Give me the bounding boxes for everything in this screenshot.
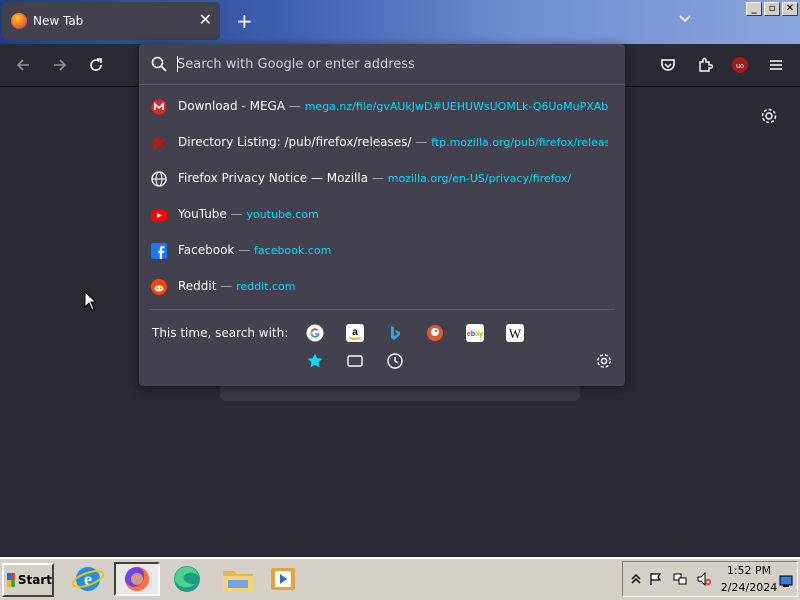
svg-text:W: W	[509, 326, 522, 341]
forward-icon[interactable]	[51, 56, 69, 74]
clock-time[interactable]: 1:52 PM	[723, 564, 775, 577]
tab-new-tab[interactable]: New Tab ✕	[2, 2, 220, 40]
divider	[149, 309, 615, 310]
result-title: Download - MEGA	[178, 99, 286, 113]
start-label: Start	[17, 573, 52, 587]
wikipedia-icon[interactable]: W	[506, 324, 524, 342]
ublock-origin-icon[interactable]: uo	[731, 56, 749, 74]
result-row[interactable]: Directory Listing: /pub/firefox/releases…	[139, 125, 625, 161]
result-title: Firefox Privacy Notice — Mozilla	[178, 171, 369, 185]
separator-dash: —	[220, 279, 233, 293]
amazon-icon[interactable]: a	[346, 324, 364, 342]
result-row[interactable]: Firefox Privacy Notice — Mozilla — mozil…	[139, 161, 625, 197]
volume-muted-icon[interactable]	[697, 571, 711, 587]
mega-icon	[151, 99, 167, 115]
youtube-icon	[151, 207, 167, 223]
show-desktop-icon[interactable]	[779, 574, 793, 588]
history-icon[interactable]	[386, 352, 404, 370]
page-settings-gear-icon[interactable]	[760, 107, 778, 125]
tab-close-icon[interactable]: ✕	[199, 12, 212, 28]
result-row[interactable]: Download - MEGA — mega.nz/file/gvAUkJwD#…	[139, 89, 625, 125]
result-title: YouTube	[178, 207, 227, 221]
close-window-button[interactable]: ✕	[782, 2, 798, 16]
clock-date[interactable]: 2/24/2024	[719, 581, 779, 594]
separator-dash: —	[288, 99, 301, 113]
internet-explorer-icon[interactable]: e	[68, 562, 108, 596]
ebay-icon[interactable]: ebay	[466, 324, 484, 342]
urlbar-dropdown: Download - MEGA — mega.nz/file/gvAUkJwD#…	[139, 44, 625, 386]
media-player-icon[interactable]	[263, 562, 303, 596]
one-off-search-label: This time, search with:	[152, 326, 289, 340]
windows-logo-icon	[7, 573, 15, 587]
result-url: ftp.mozilla.org/pub/firefox/releases/	[431, 136, 608, 149]
google-icon[interactable]	[306, 324, 324, 342]
list-all-tabs-icon[interactable]	[678, 12, 692, 26]
separator-dash: —	[415, 135, 428, 149]
window-controls: _ ▫ ✕	[746, 2, 798, 16]
start-button[interactable]: Start	[2, 563, 54, 597]
system-tray: 1:52 PM 2/24/2024	[622, 561, 798, 597]
globe-icon	[151, 171, 167, 187]
result-row[interactable]: YouTube — youtube.com	[139, 197, 625, 233]
show-hidden-icons-icon[interactable]	[629, 572, 643, 586]
firefox-icon	[11, 13, 27, 29]
bookmarks-icon[interactable]	[306, 352, 324, 370]
minimize-button[interactable]: _	[746, 2, 762, 16]
address-input[interactable]	[177, 52, 607, 76]
menu-icon[interactable]	[767, 56, 785, 74]
result-row[interactable]: Facebook — facebook.com	[139, 233, 625, 269]
search-settings-gear-icon[interactable]	[595, 352, 613, 370]
title-bar: New Tab ✕ + _ ▫ ✕	[0, 0, 800, 44]
bing-icon[interactable]	[386, 324, 404, 342]
edge-icon[interactable]	[167, 562, 207, 596]
ftp-icon	[151, 135, 167, 151]
result-url: mozilla.org/en-US/privacy/firefox/	[387, 172, 572, 185]
separator-dash: —	[238, 243, 251, 257]
result-url: reddit.com	[236, 280, 296, 293]
file-explorer-icon[interactable]	[218, 562, 258, 596]
maximize-button[interactable]: ▫	[764, 2, 780, 16]
new-tab-button[interactable]: +	[236, 10, 253, 32]
facebook-icon	[151, 243, 167, 259]
pocket-icon[interactable]	[659, 56, 677, 74]
tabs-icon[interactable]	[346, 352, 364, 370]
text-caret	[177, 56, 178, 72]
back-icon[interactable]	[14, 56, 32, 74]
mouse-cursor-icon	[84, 290, 98, 314]
result-url: facebook.com	[254, 244, 332, 257]
result-url: mega.nz/file/gvAUkJwD#UEHUWsUOMLk-Q6UoMu…	[304, 100, 608, 113]
action-center-flag-icon[interactable]	[649, 572, 663, 586]
svg-text:a: a	[352, 327, 358, 338]
firefox-taskbar-icon[interactable]	[114, 562, 160, 596]
taskbar: Start e 1:52 PM 2/24/2024	[0, 557, 800, 600]
result-url: youtube.com	[246, 208, 319, 221]
svg-text:uo: uo	[736, 63, 744, 70]
separator-dash: —	[230, 207, 243, 221]
tab-title: New Tab	[33, 14, 84, 28]
results-list: Download - MEGA — mega.nz/file/gvAUkJwD#…	[139, 89, 625, 305]
result-title: Directory Listing: /pub/firefox/releases…	[178, 135, 412, 149]
result-row[interactable]: Reddit — reddit.com	[139, 269, 625, 305]
extensions-icon[interactable]	[696, 56, 714, 74]
urlbar	[139, 44, 625, 85]
search-icon	[151, 56, 167, 72]
reddit-icon	[151, 279, 167, 295]
duckduckgo-icon[interactable]	[426, 324, 444, 342]
separator-dash: —	[371, 171, 384, 185]
result-title: Facebook	[178, 243, 235, 257]
svg-text:ebay: ebay	[467, 331, 483, 338]
result-title: Reddit	[178, 279, 217, 293]
network-icon[interactable]	[673, 572, 687, 586]
reload-icon[interactable]	[87, 56, 105, 74]
